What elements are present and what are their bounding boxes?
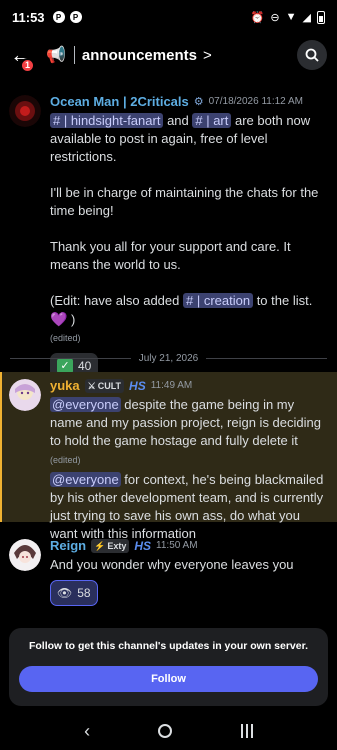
channel-mention[interactable]: # | art bbox=[192, 113, 232, 128]
lightning-icon: ⚡ bbox=[94, 541, 106, 551]
avatar[interactable] bbox=[9, 95, 41, 127]
search-button[interactable] bbox=[297, 40, 327, 70]
author-name[interactable]: yuka bbox=[50, 377, 80, 395]
follow-description: Follow to get this channel's updates in … bbox=[28, 640, 309, 652]
message[interactable]: Reign ⚡ Exty HS 11:50 AM And you wonder w… bbox=[0, 536, 337, 606]
message-text: # | hindsight-fanart and # | art are bot… bbox=[50, 113, 311, 164]
megaphone-icon: 📢 bbox=[46, 47, 66, 64]
avatar[interactable] bbox=[9, 379, 41, 411]
reaction-button[interactable]: 👁 58 bbox=[50, 580, 98, 606]
author-name[interactable]: Reign bbox=[50, 537, 86, 555]
everyone-mention[interactable]: @everyone bbox=[50, 472, 121, 487]
clock: 11:53 bbox=[12, 9, 45, 25]
channel-title[interactable]: announcements bbox=[82, 47, 197, 64]
edited-label: (edited) bbox=[50, 333, 81, 343]
date-label: July 21, 2026 bbox=[138, 352, 199, 364]
wifi-icon: ▼ bbox=[285, 11, 297, 23]
purple-heart-icon: 💜 bbox=[50, 311, 68, 327]
divider bbox=[73, 46, 75, 64]
message[interactable]: Ocean Man | 2Criticals ⚙ 07/18/2026 11:1… bbox=[0, 92, 337, 379]
hs-badge: HS bbox=[134, 539, 152, 553]
role-tag: ⚡ Exty bbox=[91, 539, 130, 553]
follow-card: Follow to get this channel's updates in … bbox=[9, 628, 328, 706]
edited-label: (edited) bbox=[50, 455, 81, 465]
role-tag: ⚔ CULT bbox=[84, 379, 125, 393]
message-text: @everyone despite the game being in my n… bbox=[50, 397, 321, 465]
bot-badge-icon: ⚙ bbox=[193, 96, 204, 108]
channel-header: ← 1 📢 announcements > bbox=[0, 34, 337, 76]
status-bar: 11:53 P P ⏰ ⊖ ▼ ◢ bbox=[0, 0, 337, 34]
sword-icon: ⚔ bbox=[87, 381, 96, 391]
system-nav-bar: ‹ bbox=[0, 712, 337, 750]
dnd-icon: ⊖ bbox=[270, 11, 280, 24]
nav-recents-icon[interactable] bbox=[240, 724, 253, 738]
message[interactable]: yuka ⚔ CULT HS 11:49 AM @everyone despite… bbox=[0, 376, 337, 543]
message-text: Thank you all for your support and care.… bbox=[50, 239, 291, 272]
signal-icon: ◢ bbox=[302, 11, 311, 24]
eye-icon: 👁 bbox=[57, 586, 73, 600]
everyone-mention[interactable]: @everyone bbox=[50, 397, 121, 412]
alarm-icon: ⏰ bbox=[250, 11, 265, 24]
hs-badge: HS bbox=[129, 379, 146, 393]
nav-back-icon[interactable]: ‹ bbox=[84, 721, 90, 742]
avatar[interactable] bbox=[9, 539, 41, 571]
message-text: I'll be in charge of maintaining the cha… bbox=[50, 185, 319, 218]
nav-home-icon[interactable] bbox=[158, 724, 173, 738]
pinterest-icon: P bbox=[52, 11, 65, 23]
back-button[interactable]: ← 1 bbox=[10, 44, 36, 73]
chevron-right-icon[interactable]: > bbox=[203, 47, 212, 64]
message-text: (Edit: have also added # | creation to t… bbox=[50, 293, 313, 327]
timestamp: 11:49 AM bbox=[150, 380, 193, 391]
message-text: And you wonder why everyone leaves you bbox=[50, 557, 294, 572]
channel-mention[interactable]: # | hindsight-fanart bbox=[50, 113, 164, 128]
channel-mention[interactable]: # | creation bbox=[182, 293, 254, 308]
reaction-count: 58 bbox=[77, 586, 91, 600]
author-name[interactable]: Ocean Man | 2Criticals bbox=[50, 93, 189, 111]
battery-icon bbox=[317, 10, 325, 24]
message-text: @everyone for context, he's being blackm… bbox=[50, 472, 324, 541]
pinterest-icon: P bbox=[69, 11, 82, 23]
follow-button[interactable]: Follow bbox=[19, 666, 318, 692]
notification-badge: 1 bbox=[20, 58, 35, 73]
date-separator: July 21, 2026 bbox=[10, 351, 327, 365]
search-icon bbox=[305, 48, 319, 62]
timestamp: 07/18/2026 11:12 AM bbox=[208, 96, 303, 107]
timestamp: 11:50 AM bbox=[156, 540, 198, 551]
